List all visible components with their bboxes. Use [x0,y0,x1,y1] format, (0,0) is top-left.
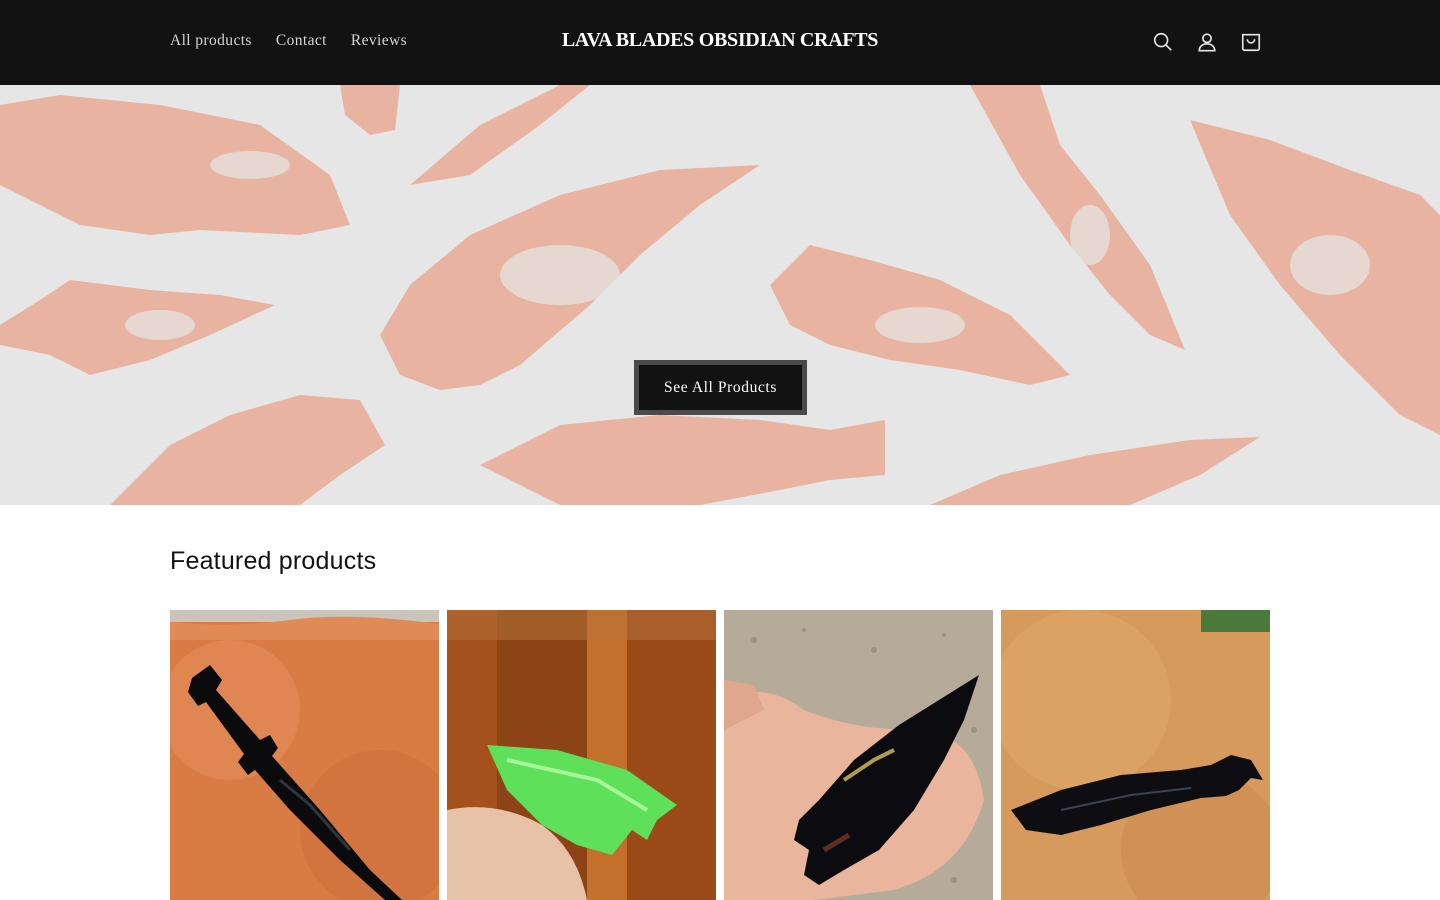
product-image-obsidian-knife [1001,610,1270,900]
product-image-green-arrowhead [447,610,716,900]
product-card-1[interactable] [170,610,439,900]
arrowhead-pattern-image [0,85,1440,505]
account-icon[interactable] [1188,24,1226,60]
header-icons [1144,24,1276,60]
nav-reviews[interactable]: Reviews [339,32,419,50]
featured-products-title: Featured products [170,547,377,575]
site-logo[interactable]: LAVA BLADES OBSIDIAN CRAFTS [520,29,920,52]
nav-contact[interactable]: Contact [264,32,339,50]
product-card-3[interactable] [724,610,993,900]
hero-banner: See All Products [0,85,1440,505]
see-all-products-button[interactable]: See All Products [634,360,807,415]
product-image-obsidian-spearhead [724,610,993,900]
product-card-4[interactable] [1001,610,1270,900]
search-icon[interactable] [1144,24,1182,60]
cart-icon[interactable] [1232,24,1270,60]
product-grid [170,610,1270,900]
main-nav: All products Contact Reviews [158,0,419,82]
site-header: All products Contact Reviews LAVA BLADES… [0,0,1440,85]
product-card-2[interactable] [447,610,716,900]
product-image-obsidian-dagger [170,610,439,900]
nav-all-products[interactable]: All products [158,32,264,50]
